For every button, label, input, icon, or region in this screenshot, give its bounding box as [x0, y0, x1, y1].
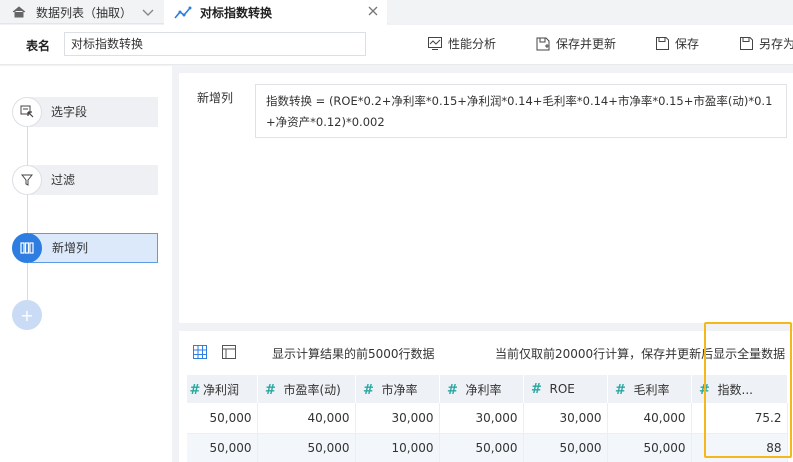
tab-bar-empty — [388, 0, 793, 24]
add-step-button[interactable]: + — [12, 300, 42, 330]
chevron-down-icon[interactable] — [141, 5, 155, 19]
performance-icon — [428, 37, 442, 50]
save-and-update-button[interactable]: 保存并更新 — [536, 35, 616, 52]
pipeline-step-label: 新增列 — [30, 233, 158, 263]
pipeline-step-label: 选字段 — [30, 97, 158, 127]
save-label: 保存 — [675, 37, 700, 51]
formula-editor[interactable]: 指数转换 = (ROE*0.2+净利率*0.15+净利润*0.14+毛利率*0.… — [255, 84, 787, 138]
table-cell: 30,000 — [439, 403, 524, 434]
pipeline-step-select-field[interactable]: 选字段 — [12, 97, 158, 127]
close-icon[interactable] — [367, 5, 379, 17]
form-view-icon[interactable] — [222, 345, 236, 359]
table-cell: 30,000 — [355, 403, 440, 434]
save-button[interactable]: 保存 — [656, 35, 699, 52]
table-header-row: # 净利润 # 市盈率(动) # 市净率 # 净利率 # ROE # 毛利率 # 指数... — [187, 375, 788, 403]
column-header[interactable]: # 市盈率(动) — [257, 375, 356, 403]
table-cell: 50,000 — [187, 403, 258, 434]
save-as-icon — [740, 37, 753, 50]
pipeline-step-label: 过滤 — [30, 165, 158, 195]
column-header[interactable]: # 净利率 — [439, 375, 524, 403]
table-header-bar: 表名 对标指数转换 性能分析 保存并更新 保存 另存为 — [0, 25, 793, 65]
table-cell: 30,000 — [523, 403, 608, 434]
table-cell: 50,000 — [607, 433, 692, 462]
column-header[interactable]: # 市净率 — [355, 375, 440, 403]
performance-analysis-label: 性能分析 — [448, 37, 497, 51]
data-preview-panel: 显示计算结果的前5000行数据 当前仅取前20000行计算，保存并更新后显示全量… — [179, 331, 793, 462]
table-cell: 75.2 — [691, 403, 788, 434]
home-icon — [12, 6, 26, 18]
number-type-icon: # — [531, 381, 542, 397]
select-field-icon — [12, 97, 42, 127]
table-name-input[interactable]: 对标指数转换 — [64, 32, 366, 56]
tab-bar: 数据列表（抽取） 对标指数转换 — [0, 0, 793, 25]
column-header[interactable]: # 净利润 — [187, 375, 258, 403]
grid-view-icon[interactable] — [193, 345, 207, 359]
table-cell: 40,000 — [607, 403, 692, 434]
tab-benchmark-index[interactable]: 对标指数转换 — [164, 0, 387, 25]
data-preview-note: 显示计算结果的前5000行数据 — [272, 347, 435, 361]
column-header[interactable]: # 指数... — [691, 375, 788, 403]
table-row: 50,000 50,000 10,000 50,000 50,000 50,00… — [187, 433, 788, 462]
number-type-icon: # — [615, 382, 626, 398]
table-row: 50,000 40,000 30,000 30,000 30,000 40,00… — [187, 403, 788, 434]
table-cell: 10,000 — [355, 433, 440, 462]
data-table: # 净利润 # 市盈率(动) # 市净率 # 净利率 # ROE # 毛利率 # 指数... … — [187, 375, 788, 462]
number-type-icon: # — [265, 382, 276, 398]
pipeline-step-filter[interactable]: 过滤 — [12, 165, 158, 195]
formula-panel: 新增列 指数转换 = (ROE*0.2+净利率*0.15+净利润*0.14+毛利… — [179, 73, 793, 323]
save-as-label: 另存为 — [759, 37, 793, 51]
table-cell: 50,000 — [439, 433, 524, 462]
tab-data-list[interactable]: 数据列表（抽取） — [0, 0, 163, 24]
pipeline-step-add-column[interactable]: 新增列 — [12, 233, 158, 263]
number-type-icon: # — [447, 382, 458, 398]
table-cell: 50,000 — [257, 433, 356, 462]
table-name-label: 表名 — [26, 39, 51, 53]
column-header[interactable]: # 毛利率 — [607, 375, 692, 403]
formula-label: 新增列 — [197, 91, 234, 105]
number-type-icon: # — [699, 382, 710, 398]
data-calculation-note: 当前仅取前20000行计算，保存并更新后显示全量数据 — [495, 347, 786, 361]
number-type-icon: # — [363, 382, 374, 398]
table-cell: 40,000 — [257, 403, 356, 434]
pipeline-connector — [27, 111, 28, 316]
line-chart-icon — [174, 6, 192, 19]
number-type-icon: # — [189, 382, 201, 398]
tab-benchmark-index-label: 对标指数转换 — [200, 6, 273, 20]
pipeline-panel: 选字段 过滤 新增列 + — [0, 66, 172, 462]
save-as-button[interactable]: 另存为 — [740, 35, 793, 52]
table-cell: 50,000 — [523, 433, 608, 462]
add-column-icon — [12, 233, 42, 263]
filter-icon — [12, 165, 42, 195]
save-update-icon — [536, 37, 550, 50]
table-cell: 50,000 — [187, 433, 258, 462]
table-cell: 88 — [691, 433, 788, 462]
tab-data-list-label: 数据列表（抽取） — [36, 5, 133, 20]
save-icon — [656, 37, 669, 50]
save-and-update-label: 保存并更新 — [556, 37, 617, 51]
performance-analysis-button[interactable]: 性能分析 — [428, 35, 496, 52]
column-header[interactable]: # ROE — [523, 375, 608, 403]
